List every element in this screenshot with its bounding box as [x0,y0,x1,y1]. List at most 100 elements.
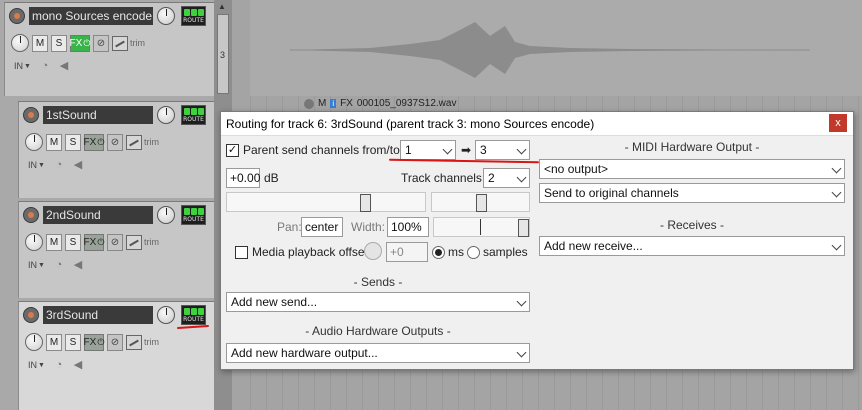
solo-button[interactable]: S [65,133,81,151]
phase-invert-icon[interactable]: ⊘ [107,233,123,251]
track-panel-3rdsound[interactable]: 3rdSound ROUTE M S FX ⏻ ⊘ trim IN ▼ ◔ ◀ [18,301,214,410]
input-button[interactable]: IN ▼ [11,58,34,74]
phase-invert-icon[interactable]: ⊘ [107,333,123,351]
monitor-icon[interactable]: ◔ [51,157,67,173]
volume-knob[interactable] [157,306,175,324]
solo-button[interactable]: S [51,34,67,52]
envelope-button[interactable]: trim [126,234,159,250]
volume-slider[interactable] [226,192,426,212]
track-channels-dropdown[interactable]: 2 [483,168,530,188]
add-hw-output-dropdown[interactable]: Add new hardware output... [226,343,530,363]
chevron-down-icon [516,296,527,307]
envelope-button[interactable]: trim [112,35,145,51]
from-channel-dropdown[interactable]: 1 [400,140,456,160]
dialog-title: Routing for track 6: 3rdSound (parent tr… [226,117,595,131]
media-item-header: M i FX 000105_0937S12.wav [304,98,456,109]
media-item-waveform[interactable] [250,0,862,96]
scroll-up-icon[interactable]: ▲ [218,2,226,11]
mute-button[interactable]: M [32,34,48,52]
volume-knob[interactable] [157,7,175,25]
input-button[interactable]: IN ▼ [25,257,48,273]
volume-knob[interactable] [157,106,175,124]
track-panel-2ndsound[interactable]: 2ndSound ROUTE M S FX ⏻ ⊘ trim IN ▼ ◔ ◀ [18,201,214,298]
track-name[interactable]: mono Sources encode [29,7,153,25]
volume-knob[interactable] [157,206,175,224]
media-offset-input[interactable]: +0 [386,242,428,262]
fx-power-icon: ⏻ [97,336,105,347]
width-input[interactable]: 100% [387,217,429,237]
route-button[interactable]: ROUTE [181,6,206,26]
pan-knob[interactable] [11,34,29,52]
mute-button[interactable]: M [46,333,62,351]
route-button[interactable]: ROUTE [181,305,206,325]
info-icon[interactable]: i [330,99,337,108]
parent-send-checkbox[interactable]: ✓ [226,144,239,157]
fx-label: FX [83,336,97,348]
speaker-icon[interactable]: ◀ [70,157,86,173]
track-name-row: mono Sources encode [9,7,153,25]
midi-channel-dropdown[interactable]: Send to original channels [539,183,845,203]
ms-radio[interactable] [432,246,445,259]
track-name[interactable]: 3rdSound [43,306,153,324]
item-mute-icon[interactable] [304,98,314,109]
pan-input[interactable]: center [301,217,343,237]
volume-slider-thumb[interactable] [360,194,371,212]
width-slider-thumb[interactable] [518,219,529,237]
track-input-row: IN ▼ ◔ ◀ [25,256,86,274]
pan-slider[interactable] [431,192,530,212]
dialog-titlebar[interactable]: Routing for track 6: 3rdSound (parent tr… [221,112,853,136]
pan-knob[interactable] [25,233,43,251]
record-arm-button[interactable] [23,107,39,123]
add-receive-dropdown[interactable]: Add new receive... [539,236,845,256]
route-button[interactable]: ROUTE [181,105,206,125]
pan-knob[interactable] [25,333,43,351]
track-name[interactable]: 2ndSound [43,206,153,224]
fx-button[interactable]: FX ⏻ [84,133,104,151]
envelope-button[interactable]: trim [126,134,159,150]
phase-invert-icon[interactable]: ⊘ [93,34,109,52]
volume-input[interactable]: +0.00 [226,168,260,188]
track-panel-1stsound[interactable]: 1stSound ROUTE M S FX ⏻ ⊘ trim IN ▼ ◔ ◀ [18,101,214,198]
mute-button[interactable]: M [46,233,62,251]
add-send-label: Add new send... [231,295,318,309]
monitor-icon[interactable]: ◔ [37,58,53,74]
samples-radio[interactable] [467,246,480,259]
monitor-icon[interactable]: ◔ [51,357,67,373]
envelope-button[interactable]: trim [126,334,159,350]
record-arm-button[interactable] [9,8,25,24]
input-button[interactable]: IN ▼ [25,157,48,173]
speaker-icon[interactable]: ◀ [56,58,72,74]
input-button[interactable]: IN ▼ [25,357,48,373]
track-channels-label: Track channels: [401,171,486,185]
record-arm-button[interactable] [23,207,39,223]
close-button[interactable]: x [829,114,847,132]
record-arm-button[interactable] [23,307,39,323]
media-offset-knob[interactable] [364,242,382,260]
fx-button[interactable]: FX ⏻ [84,233,104,251]
track-name[interactable]: 1stSound [43,106,153,124]
fx-label: FX [69,37,83,49]
add-send-dropdown[interactable]: Add new send... [226,292,530,312]
route-button[interactable]: ROUTE [181,205,206,225]
fx-button[interactable]: FX ⏻ [83,333,105,351]
media-offset-checkbox[interactable] [235,246,248,259]
folder-depth-label: 3 [220,50,226,60]
mute-button[interactable]: M [46,133,62,151]
pan-slider-thumb[interactable] [476,194,487,212]
midi-output-dropdown[interactable]: <no output> [539,159,845,179]
width-label: Width: [351,220,386,234]
width-slider[interactable] [433,217,530,237]
speaker-icon[interactable]: ◀ [70,257,86,273]
annotation-underline [176,324,210,330]
track-panel-mono-sources[interactable]: mono Sources encode ROUTE M S FX ⏻ ⊘ trim… [4,2,214,96]
sends-header: - Sends - [353,275,403,289]
phase-invert-icon[interactable]: ⊘ [107,133,123,151]
monitor-icon[interactable]: ◔ [51,257,67,273]
speaker-icon[interactable]: ◀ [70,357,86,373]
pan-knob[interactable] [25,133,43,151]
fx-button[interactable]: FX ⏻ [69,34,90,52]
solo-button[interactable]: S [65,233,81,251]
solo-button[interactable]: S [65,333,81,351]
track-name-row: 3rdSound [23,306,153,324]
to-channel-dropdown[interactable]: 3 [475,140,530,160]
